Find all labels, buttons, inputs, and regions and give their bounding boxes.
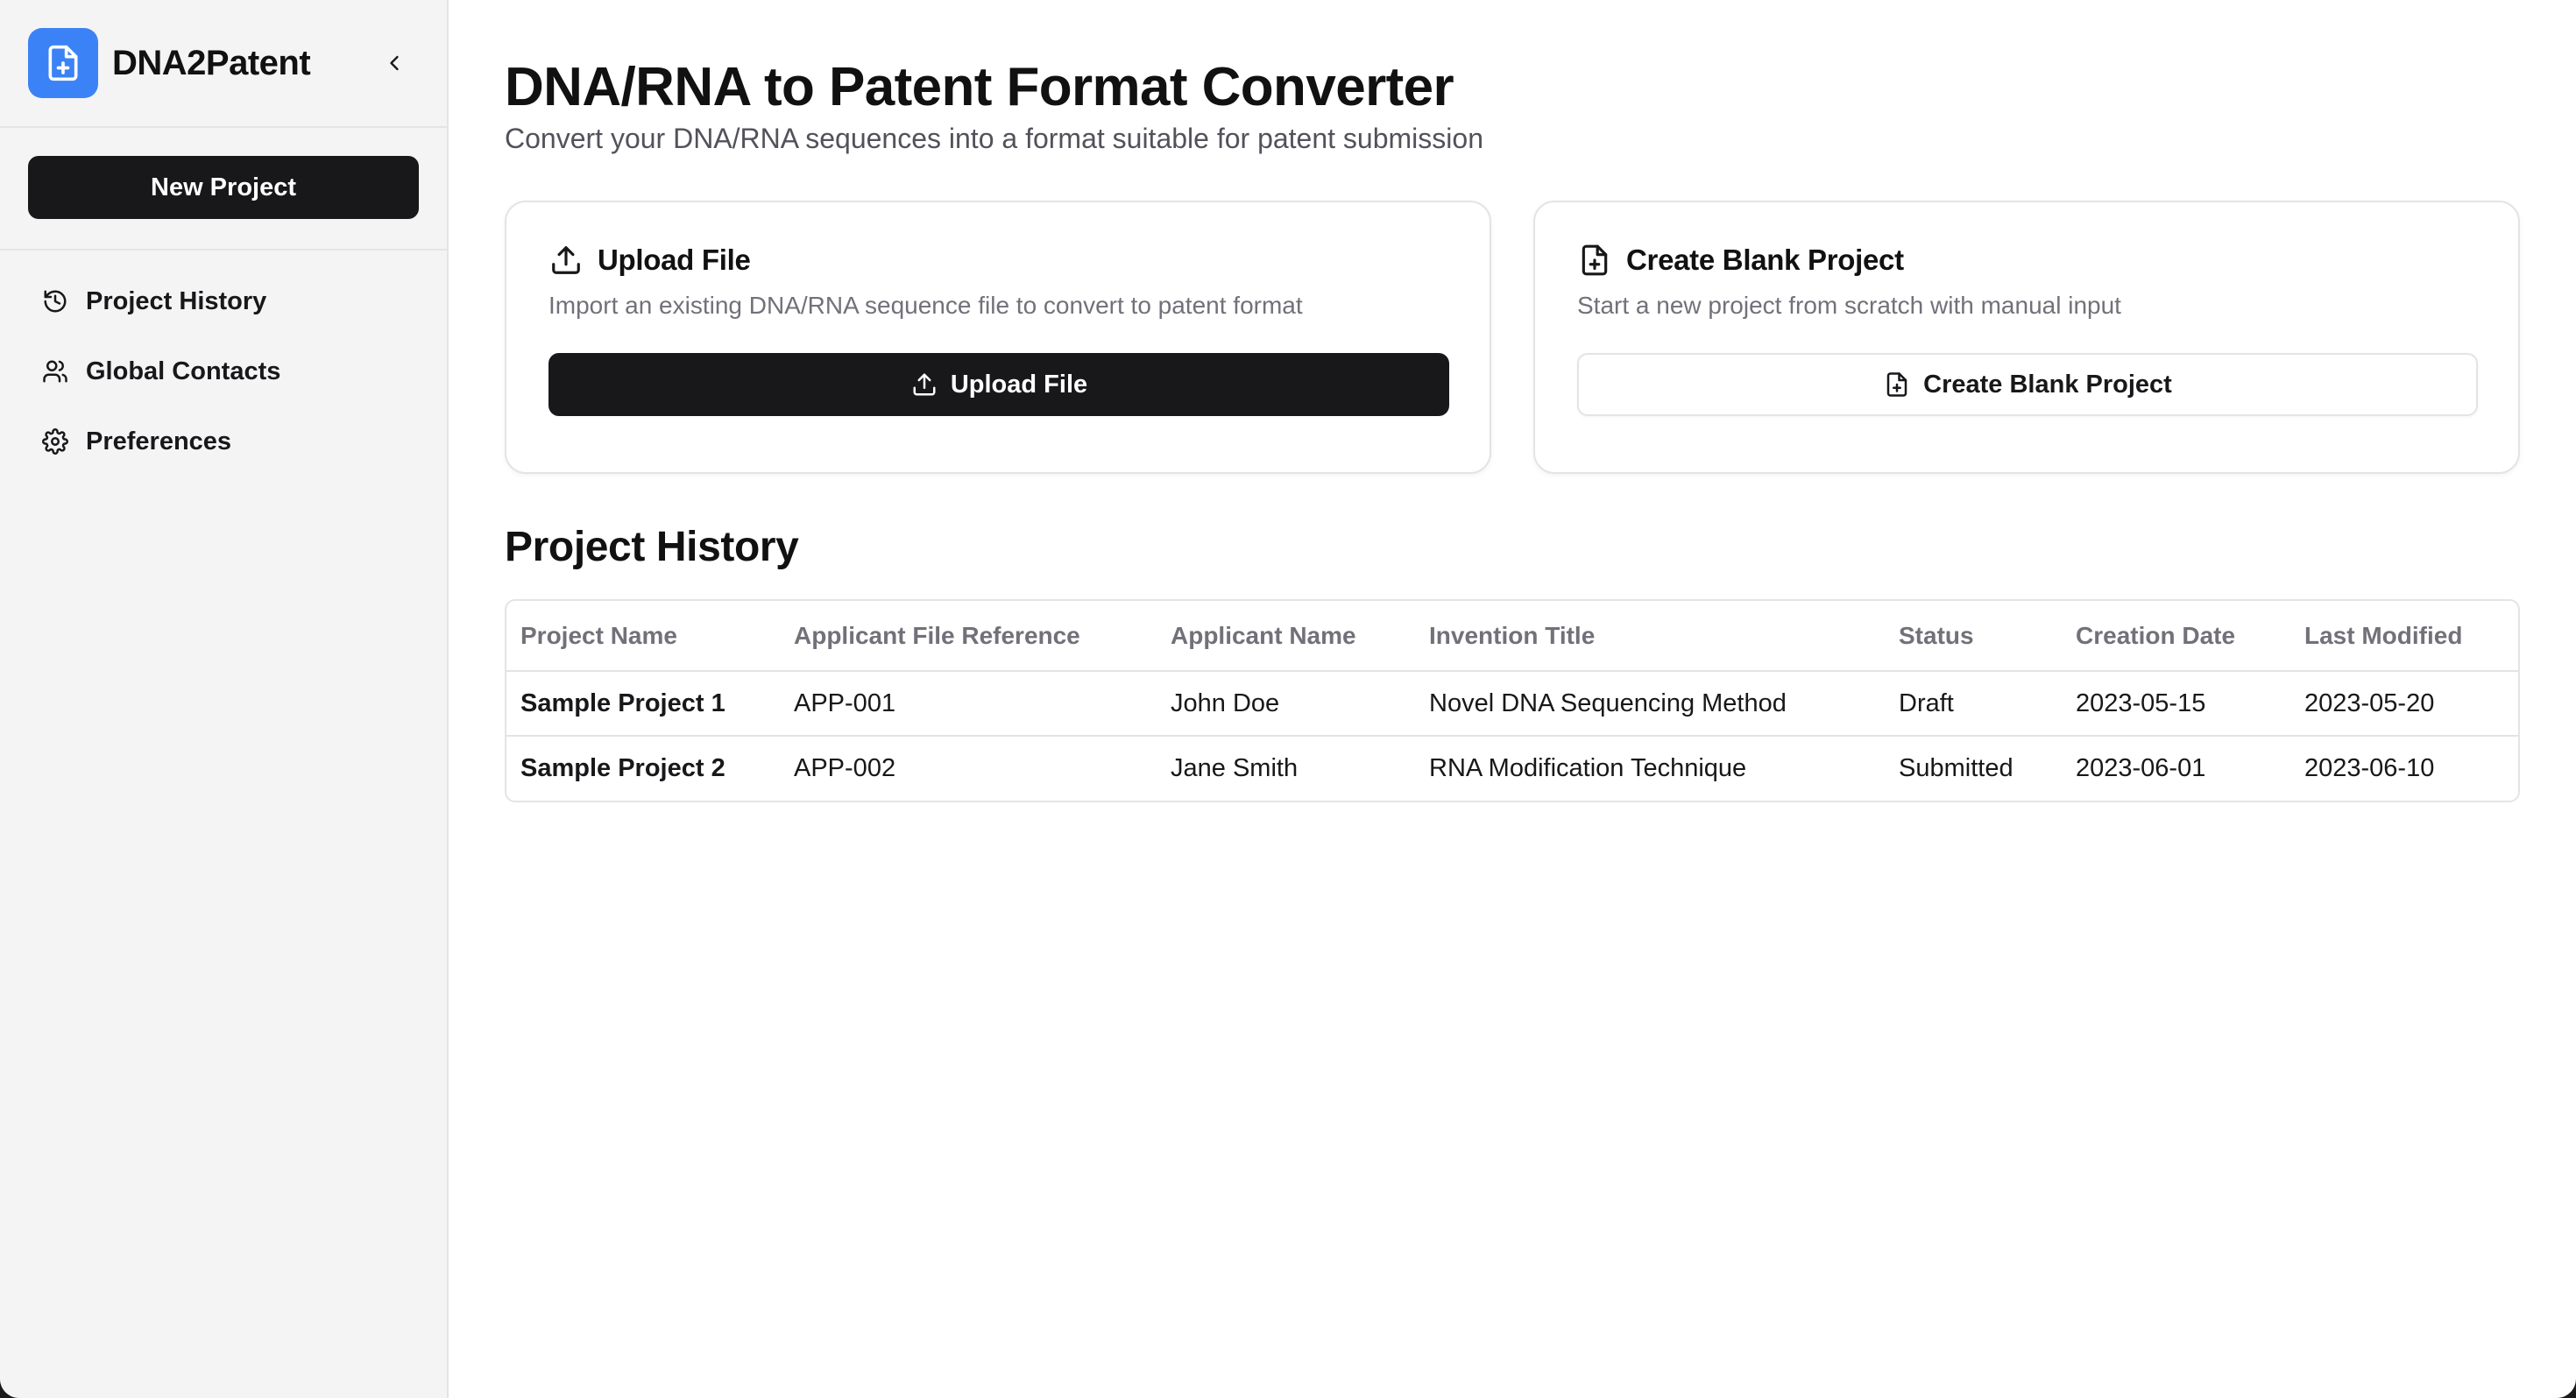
cell-status: Draft [1899, 688, 1954, 717]
brand-header: DNA2Patent [0, 0, 447, 128]
upload-file-card: Upload File Import an existing DNA/RNA s… [505, 201, 1491, 474]
brand-name: DNA2Patent [112, 43, 311, 82]
main-content: DNA/RNA to Patent Format Converter Conve… [449, 0, 2576, 1398]
cell-applicant-name: Jane Smith [1157, 735, 1415, 801]
upload-icon [910, 371, 938, 399]
sidebar-item-label: Global Contacts [86, 357, 281, 385]
cell-creation-date: 2023-06-01 [2062, 735, 2290, 801]
new-project-button[interactable]: New Project [28, 156, 419, 219]
file-plus-icon [1883, 371, 1911, 399]
card-header: Upload File [548, 243, 1447, 278]
button-label: Create Blank Project [1923, 370, 2172, 399]
sidebar: DNA2Patent New Project Project History G… [0, 0, 449, 1398]
file-plus-icon [28, 28, 98, 98]
create-blank-project-button[interactable]: Create Blank Project [1577, 353, 2478, 416]
card-description: Start a new project from scratch with ma… [1577, 292, 2121, 319]
cell-last-modified: 2023-06-10 [2290, 735, 2518, 801]
users-icon [40, 357, 70, 386]
button-label: Upload File [950, 370, 1088, 399]
table-row[interactable]: Sample Project 1 APP-001 John Doe Novel … [506, 671, 2518, 736]
cell-last-modified: 2023-05-20 [2304, 688, 2435, 717]
card-header: Create Blank Project [1577, 243, 2476, 278]
column-header-applicant-file-reference[interactable]: Applicant File Reference [780, 601, 1157, 672]
sidebar-item-preferences[interactable]: Preferences [28, 406, 419, 477]
card-title: Create Blank Project [1626, 244, 1904, 276]
upload-icon [548, 243, 584, 278]
cell-applicant-file-reference: APP-002 [780, 735, 1157, 801]
sidebar-item-label: Preferences [86, 427, 232, 455]
history-icon [40, 286, 70, 316]
card-description: Import an existing DNA/RNA sequence file… [548, 292, 1303, 319]
new-project-section: New Project [0, 128, 447, 251]
chevron-left-icon [390, 55, 399, 71]
card-title: Upload File [598, 244, 751, 276]
cell-applicant-name: John Doe [1171, 688, 1280, 717]
cell-creation-date: 2023-05-15 [2076, 688, 2206, 717]
table-header-row: Project Name Applicant File Reference Ap… [506, 601, 2518, 672]
table-row[interactable]: Sample Project 2 APP-002 Jane Smith RNA … [506, 735, 2518, 801]
cell-project-name: Sample Project 2 [506, 735, 780, 801]
column-header-creation-date[interactable]: Creation Date [2062, 601, 2290, 672]
column-header-invention-title[interactable]: Invention Title [1415, 601, 1885, 672]
column-header-project-name[interactable]: Project Name [506, 601, 780, 672]
column-header-status[interactable]: Status [1885, 601, 2062, 672]
collapse-sidebar-button[interactable] [370, 39, 419, 88]
column-header-last-modified[interactable]: Last Modified [2290, 601, 2518, 672]
page-subtitle: Convert your DNA/RNA sequences into a fo… [505, 123, 1483, 154]
column-header-applicant-name[interactable]: Applicant Name [1157, 601, 1415, 672]
sidebar-item-label: Project History [86, 286, 267, 315]
cell-invention-title: Novel DNA Sequencing Method [1429, 688, 1787, 717]
project-history-heading: Project History [505, 524, 799, 570]
sidebar-item-project-history[interactable]: Project History [28, 266, 419, 336]
cell-status: Submitted [1885, 735, 2062, 801]
upload-file-button[interactable]: Upload File [548, 353, 1449, 416]
cell-applicant-file-reference: APP-001 [794, 688, 896, 717]
gear-icon [40, 427, 70, 456]
sidebar-nav: Project History Global Contacts Preferen… [0, 251, 447, 492]
page-title: DNA/RNA to Patent Format Converter [505, 57, 1454, 117]
action-cards: Upload File Import an existing DNA/RNA s… [505, 201, 2520, 474]
sidebar-item-global-contacts[interactable]: Global Contacts [28, 336, 419, 406]
app-window: DNA2Patent New Project Project History G… [0, 0, 2576, 1398]
file-plus-icon [1577, 243, 1612, 278]
create-blank-project-card: Create Blank Project Start a new project… [1533, 201, 2520, 474]
cell-project-name: Sample Project 1 [520, 688, 725, 717]
cell-invention-title: RNA Modification Technique [1415, 735, 1885, 801]
project-history-table: Project Name Applicant File Reference Ap… [505, 599, 2520, 802]
